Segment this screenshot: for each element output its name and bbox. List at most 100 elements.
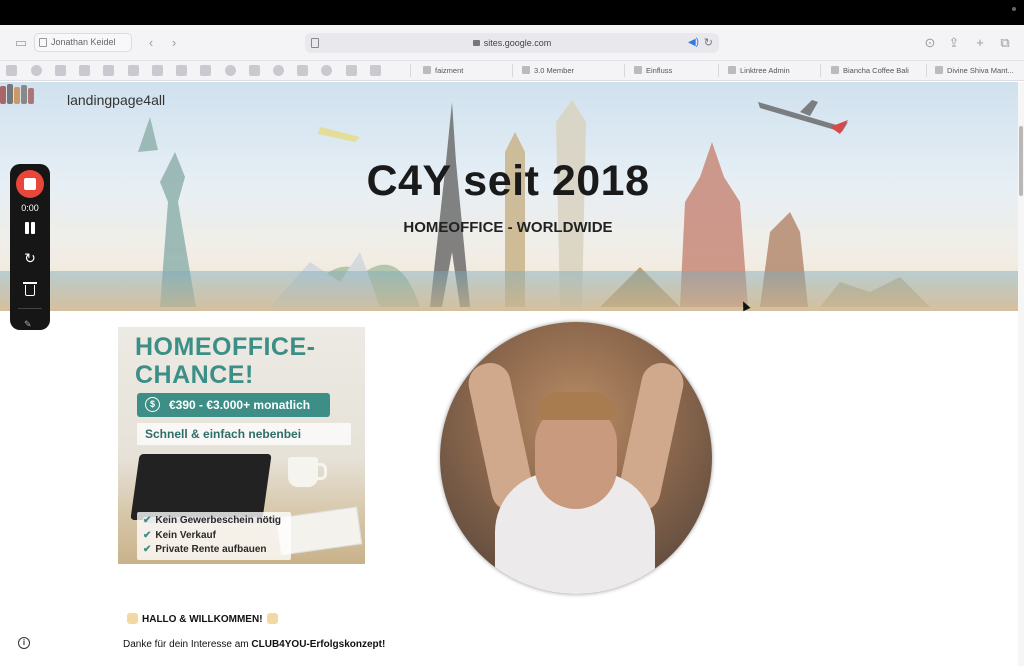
bookmark-icon-12[interactable] xyxy=(273,65,284,76)
intro-video-circle[interactable] xyxy=(440,322,712,594)
audio-playing-icon[interactable]: ◀) xyxy=(688,33,699,53)
checklist-item: ✔ Private Rente aufbauen xyxy=(143,543,291,558)
stop-recording-button[interactable] xyxy=(16,170,44,198)
page-scrollbar[interactable] xyxy=(1018,82,1024,666)
bookmark-icon-13[interactable] xyxy=(297,65,308,76)
bookmark-favicon xyxy=(831,66,839,74)
bookmark-link-1[interactable]: faizment xyxy=(423,61,463,81)
promo-headline-line1: HOMEOFFICE- xyxy=(135,333,316,361)
bookmark-icon-1[interactable] xyxy=(6,65,17,76)
bookmark-favicon xyxy=(935,66,943,74)
bookmark-link-2[interactable]: 3.0 Member xyxy=(522,61,574,81)
url-text: sites.google.com xyxy=(483,38,552,48)
page-settings-icon[interactable] xyxy=(311,38,319,48)
promo-headline-line2: CHANCE! xyxy=(135,361,254,389)
bookmark-icon-7[interactable] xyxy=(152,65,163,76)
bookmark-link-6[interactable]: Divine Shiva Mant... xyxy=(935,61,1014,81)
sidebar-toggle-icon[interactable]: ▭ xyxy=(13,35,29,51)
thanks-paragraph: Danke für dein Interesse am CLUB4YOU-Erf… xyxy=(123,639,385,650)
bookmark-icon-10[interactable] xyxy=(225,65,236,76)
waving-hand-icon xyxy=(266,613,278,624)
checklist-item: ✔ Kein Verkauf xyxy=(143,529,291,544)
welcome-heading: HALLO & WILLKOMMEN! xyxy=(123,613,282,625)
bookmark-icon-2[interactable] xyxy=(31,65,42,76)
bookmark-link-3[interactable]: Einfluss xyxy=(634,61,672,81)
checkmark-icon: ✔ xyxy=(143,544,152,555)
bookmark-separator xyxy=(512,64,513,77)
new-tab-icon[interactable]: + xyxy=(972,35,988,51)
share-icon[interactable]: ⇪ xyxy=(946,35,962,51)
profile-name: Jonathan Keidel xyxy=(51,37,116,47)
system-top-bar xyxy=(0,0,1024,25)
lock-icon xyxy=(472,40,480,46)
browser-toolbar: ▭ Jonathan Keidel ‹ › sites.google.com ◀… xyxy=(0,25,1024,61)
bookmark-icon-14[interactable] xyxy=(321,65,332,76)
back-icon[interactable]: ‹ xyxy=(143,35,159,51)
trash-icon[interactable] xyxy=(23,281,37,296)
checkmark-icon: ✔ xyxy=(143,529,152,541)
bookmark-favicon xyxy=(634,66,642,74)
promo-price-badge: $ €390 - €3.000+ monatlich xyxy=(137,393,330,417)
bookmark-label: Linktree Admin xyxy=(740,66,790,75)
reload-icon[interactable]: ↻ xyxy=(704,33,713,53)
recording-timer: 0:00 xyxy=(21,203,39,213)
forward-icon[interactable]: › xyxy=(166,35,182,51)
promo-checklist: ✔ Kein Gewerbeschein nötig ✔ Kein Verkauf … xyxy=(137,512,291,560)
promo-headline: HOMEOFFICE- CHANCE! xyxy=(135,333,316,389)
bookmarks-bar: faizment 3.0 Member Einfluss Linktree Ad… xyxy=(0,61,1024,81)
waving-hand-icon xyxy=(127,613,138,624)
hero-banner: landingpage4all C4Y seit 2018 HOMEOFFICE… xyxy=(0,82,1020,311)
restart-icon[interactable]: ↻ xyxy=(22,250,38,266)
bookmark-separator xyxy=(410,64,411,77)
checkmark-icon: ✔ xyxy=(143,515,152,526)
scrollbar-thumb[interactable] xyxy=(1019,126,1023,196)
bookmark-separator xyxy=(718,64,719,77)
pause-icon[interactable] xyxy=(24,222,36,234)
address-bar[interactable]: sites.google.com ◀) ↻ xyxy=(305,33,719,53)
thanks-text: Danke für dein Interesse am xyxy=(123,639,252,650)
hero-ground xyxy=(0,271,1020,311)
bookmark-icon-11[interactable] xyxy=(249,65,260,76)
hero-subtitle: HOMEOFFICE - WORLDWIDE xyxy=(403,219,613,236)
checklist-item-text: Private Rente aufbauen xyxy=(155,544,267,555)
checklist-item: ✔ Kein Gewerbeschein nötig xyxy=(143,514,291,529)
bookmark-icon-6[interactable] xyxy=(128,65,139,76)
bookmark-separator xyxy=(926,64,927,77)
camera-indicator xyxy=(1012,7,1016,11)
bookmark-label: Biancha Coffee Bali xyxy=(843,66,909,75)
bookmark-icon-3[interactable] xyxy=(55,65,66,76)
welcome-text: HALLO & WILLKOMMEN! xyxy=(142,614,263,625)
bookmark-label: Divine Shiva Mant... xyxy=(947,66,1014,75)
tab-overview-icon[interactable]: ⧉ xyxy=(997,35,1013,51)
profile-icon xyxy=(39,38,47,47)
info-icon[interactable]: i xyxy=(18,637,30,649)
browser-window: ▭ Jonathan Keidel ‹ › sites.google.com ◀… xyxy=(0,25,1024,666)
thanks-bold-text: CLUB4YOU-Erfolgskonzept! xyxy=(251,639,386,650)
bookmark-icon-8[interactable] xyxy=(176,65,187,76)
bookmark-icon-4[interactable] xyxy=(79,65,90,76)
promo-price-text: €390 - €3.000+ monatlich xyxy=(169,398,311,412)
laptop-graphic xyxy=(130,454,272,520)
bookmark-icon-15[interactable] xyxy=(346,65,357,76)
downloads-icon[interactable]: ⊙ xyxy=(922,35,938,51)
bookmark-separator xyxy=(820,64,821,77)
dollar-icon: $ xyxy=(145,397,160,412)
bookmark-icon-9[interactable] xyxy=(200,65,211,76)
bookmark-label: Einfluss xyxy=(646,66,673,75)
checklist-item-text: Kein Verkauf xyxy=(155,529,216,541)
screen-recorder-panel: 0:00 ↻ ✎ xyxy=(10,164,50,330)
bookmark-icon-16[interactable] xyxy=(370,65,381,76)
hero-title: C4Y seit 2018 xyxy=(366,157,650,205)
site-name[interactable]: landingpage4all xyxy=(67,92,165,108)
bookmark-favicon xyxy=(522,66,530,74)
site-logo[interactable] xyxy=(0,82,37,104)
bookmark-link-5[interactable]: Biancha Coffee Bali xyxy=(831,61,909,81)
profile-tab-group[interactable]: Jonathan Keidel xyxy=(34,33,132,52)
draw-tool-icon[interactable]: ✎ xyxy=(24,319,36,329)
recorder-divider xyxy=(18,308,42,309)
bookmark-favicon xyxy=(728,66,736,74)
bookmark-label: 3.0 Member xyxy=(534,66,575,75)
web-page: landingpage4all C4Y seit 2018 HOMEOFFICE… xyxy=(0,82,1024,666)
bookmark-link-4[interactable]: Linktree Admin xyxy=(728,61,790,81)
bookmark-icon-5[interactable] xyxy=(103,65,114,76)
